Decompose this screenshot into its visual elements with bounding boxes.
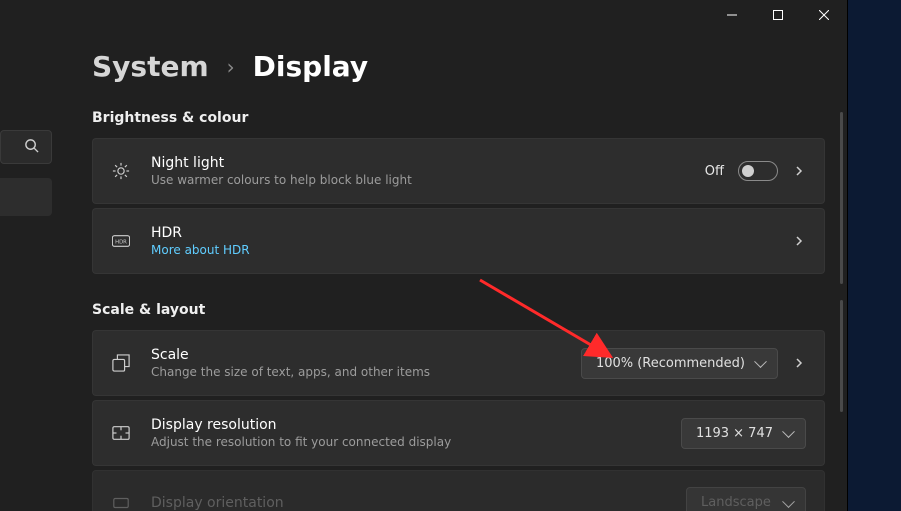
section-header-brightness: Brightness & colour	[92, 110, 825, 126]
expand-chevron-icon[interactable]	[792, 356, 806, 370]
setting-title: Display resolution	[151, 417, 451, 433]
resolution-icon	[111, 424, 131, 442]
setting-night-light[interactable]: Night light Use warmer colours to help b…	[92, 138, 825, 204]
hdr-icon: HDR	[111, 232, 131, 250]
breadcrumb: System › Display	[92, 50, 368, 83]
expand-chevron-icon[interactable]	[792, 164, 806, 178]
night-light-icon	[111, 162, 131, 180]
minimize-button[interactable]	[709, 0, 755, 30]
close-button[interactable]	[801, 0, 847, 30]
settings-window: System › Display Brightness & colour	[0, 0, 848, 511]
setting-subtitle: Change the size of text, apps, and other…	[151, 365, 430, 379]
resolution-dropdown[interactable]: 1193 × 747	[681, 418, 806, 449]
setting-resolution[interactable]: Display resolution Adjust the resolution…	[92, 400, 825, 466]
toggle-status: Off	[705, 164, 724, 179]
scrollbar-thumb[interactable]	[840, 300, 843, 412]
settings-content: Brightness & colour Night light Use	[92, 100, 825, 511]
maximize-button[interactable]	[755, 0, 801, 30]
setting-title: Display orientation	[151, 495, 284, 511]
search-box[interactable]	[0, 130, 52, 164]
chevron-right-icon: ›	[227, 55, 235, 79]
setting-subtitle: Use warmer colours to help block blue li…	[151, 173, 412, 187]
setting-subtitle: Adjust the resolution to fit your connec…	[151, 435, 451, 449]
setting-orientation[interactable]: Display orientation Landscape	[92, 470, 825, 511]
setting-title: Scale	[151, 347, 430, 363]
night-light-toggle[interactable]	[738, 161, 778, 181]
page-title: Display	[253, 50, 368, 83]
setting-scale[interactable]: Scale Change the size of text, apps, and…	[92, 330, 825, 396]
setting-hdr[interactable]: HDR HDR More about HDR	[92, 208, 825, 274]
breadcrumb-parent[interactable]: System	[92, 50, 209, 83]
scale-dropdown[interactable]: 100% (Recommended)	[581, 348, 778, 379]
orientation-icon	[111, 494, 131, 511]
hdr-link[interactable]: More about HDR	[151, 243, 250, 257]
scrollbar-thumb[interactable]	[840, 112, 843, 284]
setting-title: Night light	[151, 155, 412, 171]
svg-text:HDR: HDR	[115, 239, 127, 245]
setting-title: HDR	[151, 225, 250, 241]
scale-icon	[111, 354, 131, 372]
side-nav-cropped	[0, 130, 52, 216]
section-header-scale: Scale & layout	[92, 302, 825, 318]
expand-chevron-icon[interactable]	[792, 234, 806, 248]
orientation-dropdown[interactable]: Landscape	[686, 487, 806, 511]
titlebar	[697, 0, 847, 30]
search-icon	[24, 138, 39, 157]
nav-item-system[interactable]	[0, 178, 52, 216]
